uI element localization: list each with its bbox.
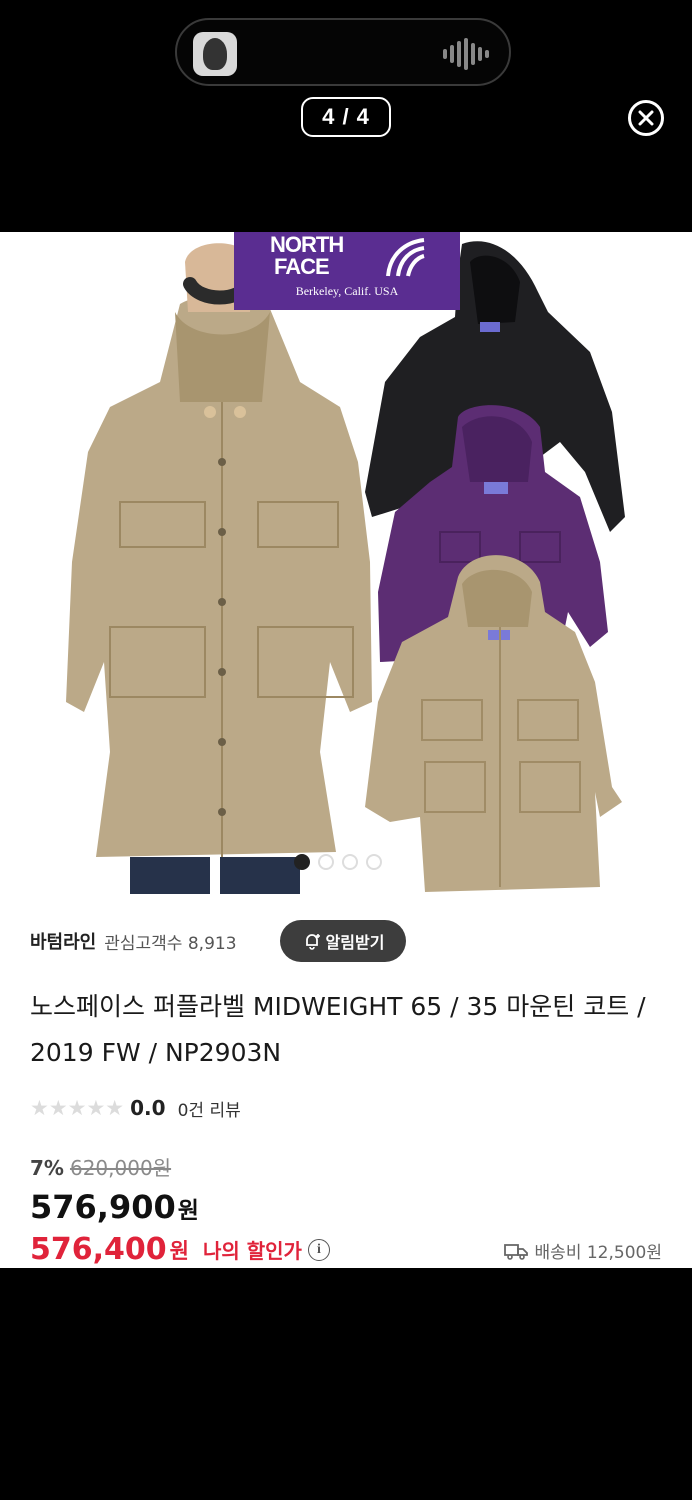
star-rating-icon: ★★★★★: [30, 1096, 125, 1120]
half-dome-logo-icon: [386, 238, 425, 277]
brand-logo-line2: FACE: [274, 254, 330, 279]
audio-activity-island[interactable]: [175, 18, 511, 86]
brand-logo: NORTH FACE Berkeley, Calif. USA: [234, 232, 460, 310]
close-viewer-button[interactable]: [628, 100, 664, 136]
product-photo: [66, 241, 625, 894]
product-title: 노스페이스 퍼플라벨 MIDWEIGHT 65 / 35 마운틴 코트 / 20…: [30, 992, 646, 1067]
model-beige-coat-image: [66, 243, 372, 894]
shipping-fee-text: 배송비 12,500원: [534, 1243, 662, 1263]
page-dot[interactable]: [318, 854, 334, 870]
audio-waveform-icon: [443, 38, 489, 70]
discount-percent: 7%: [30, 1156, 64, 1180]
sale-price-unit: 원: [177, 1198, 199, 1224]
seller-follower-count: 관심고객수 8,913: [104, 933, 237, 954]
page-dot[interactable]: [366, 854, 382, 870]
sale-price: 576,900원: [30, 1188, 199, 1226]
discount-row: 7% 620,000원: [30, 1152, 171, 1181]
brand-logo-line1: NORTH: [270, 232, 344, 257]
delivery-truck-icon: [503, 1243, 528, 1260]
subscribe-alert-label: 알림받기: [325, 933, 385, 952]
brand-logo-tagline: Berkeley, Calif. USA: [295, 284, 399, 298]
rating-row[interactable]: ★★★★★ 0.0 0건 리뷰: [30, 1094, 241, 1122]
seller-info: 바텀라인 관심고객수 8,913: [30, 920, 237, 962]
page-dot[interactable]: [342, 854, 358, 870]
shipping-fee: 배송비 12,500원: [503, 1238, 662, 1263]
close-icon: [638, 110, 654, 126]
info-icon[interactable]: i: [307, 1238, 330, 1261]
page-dot[interactable]: [294, 854, 310, 870]
my-price-value: 576,400: [30, 1232, 167, 1267]
review-count[interactable]: 0건 리뷰: [178, 1096, 241, 1121]
image-counter: 4 / 4: [301, 97, 391, 137]
rating-score: 0.0: [130, 1096, 166, 1120]
product-detail: NORTH FACE Berkeley, Calif. USA 바텀라인 관심고…: [0, 232, 692, 1268]
image-pagination[interactable]: [294, 854, 382, 870]
bell-plus-icon: [305, 934, 320, 950]
sale-price-value: 576,900: [30, 1188, 176, 1226]
my-discount-price: 576,400 원 나의 할인가 i: [30, 1232, 330, 1267]
seller-name[interactable]: 바텀라인: [30, 928, 96, 954]
my-price-unit: 원: [169, 1238, 189, 1263]
my-price-label: 나의 할인가: [202, 1239, 302, 1263]
audio-source-thumbnail: [193, 32, 237, 76]
subscribe-alert-button[interactable]: 알림받기: [280, 920, 406, 962]
product-image[interactable]: NORTH FACE Berkeley, Calif. USA: [0, 232, 692, 894]
original-price: 620,000원: [69, 1156, 172, 1180]
